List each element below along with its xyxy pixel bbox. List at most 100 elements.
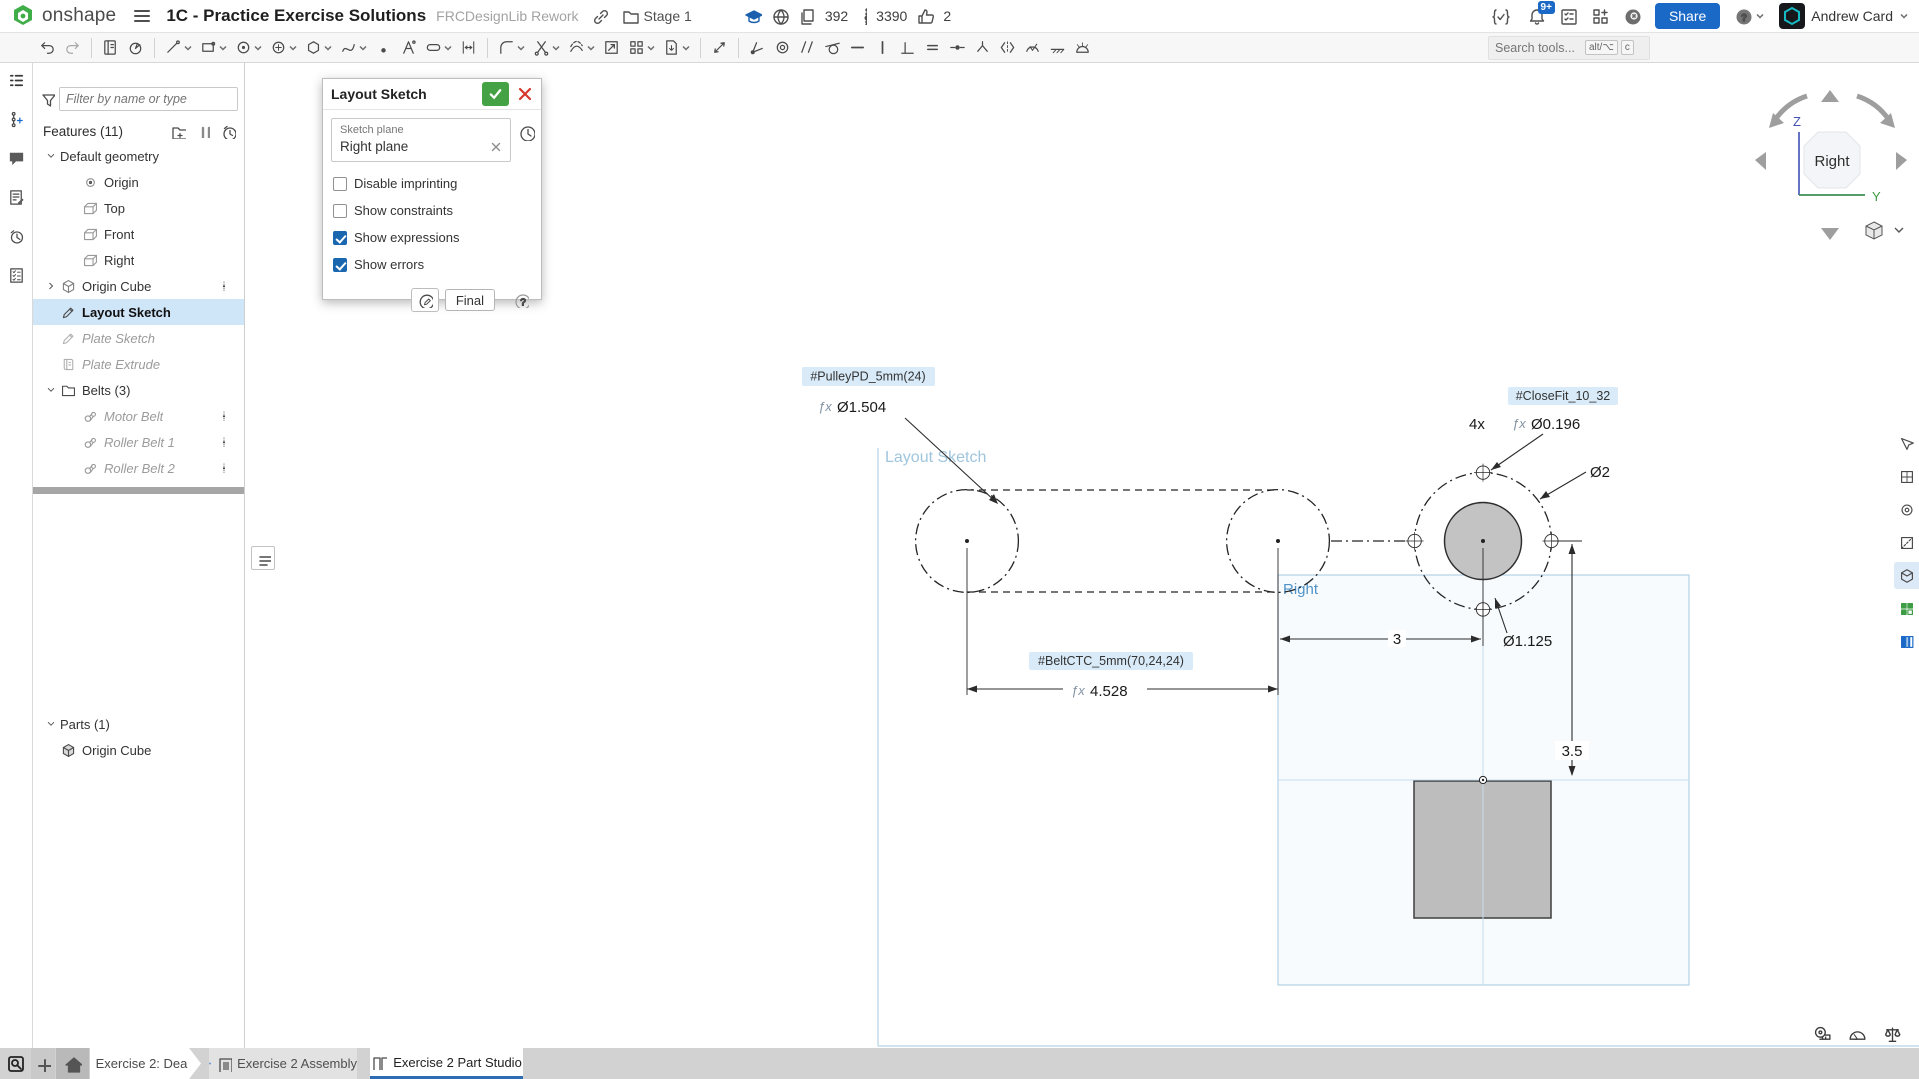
history-button[interactable]	[7, 227, 26, 251]
final-button[interactable]: Final	[445, 289, 495, 311]
chevron-down-icon[interactable]	[218, 43, 228, 53]
tab-exercise-2-part-studio[interactable]: Exercise 2 Part Studio	[370, 1048, 523, 1079]
chevron-down-icon[interactable]	[323, 43, 333, 53]
rotate-up-arrow[interactable]	[1821, 90, 1839, 102]
rotate-cw-arrow[interactable]	[1857, 96, 1889, 120]
checkbox-box[interactable]	[333, 258, 347, 272]
sketch-plane-field[interactable]: Sketch plane Right plane	[331, 118, 511, 162]
belt-tangent-lines[interactable]	[967, 490, 1278, 592]
horizontal-constraint-button[interactable]	[846, 35, 869, 61]
link-icon[interactable]	[591, 7, 609, 25]
appearance-button[interactable]	[1894, 463, 1919, 490]
selection-filter-button[interactable]	[1894, 430, 1919, 457]
menu-dots-icon[interactable]	[218, 433, 230, 451]
feature-row-front[interactable]: Front	[33, 221, 244, 247]
perpendicular-constraint-button[interactable]	[896, 35, 919, 61]
comments-button[interactable]	[7, 149, 26, 173]
parallel-constraint-button[interactable]	[796, 35, 819, 61]
checkbox-box[interactable]	[333, 177, 347, 191]
named-views-button[interactable]	[1894, 496, 1919, 523]
history-small-icon[interactable]	[518, 124, 535, 141]
slot-tool-button[interactable]	[422, 35, 455, 61]
checkbox-show-expressions[interactable]: Show expressions	[333, 224, 531, 251]
chevron-down-icon[interactable]	[45, 384, 57, 396]
sketch-final-toggle[interactable]	[411, 288, 439, 312]
driven-dimension-button[interactable]	[708, 35, 731, 61]
insert-folder-icon[interactable]	[170, 123, 186, 139]
hole-count[interactable]: 4x	[1469, 416, 1485, 433]
text-tool-button[interactable]	[397, 35, 420, 61]
checkbox-show-errors[interactable]: Show errors	[333, 251, 531, 278]
silhouette-button[interactable]	[1071, 35, 1094, 61]
concentric-constraint-button[interactable]	[771, 35, 794, 61]
checkbox-box[interactable]	[333, 231, 347, 245]
normal-constraint-button[interactable]	[971, 35, 994, 61]
tasks-icon[interactable]	[1559, 7, 1577, 25]
curvature-constraint-button[interactable]	[1021, 35, 1044, 61]
pulley-center-right[interactable]	[1481, 539, 1485, 543]
chevron-down-icon[interactable]	[288, 43, 298, 53]
import-dxf-button[interactable]	[660, 35, 693, 61]
cancel-button[interactable]	[517, 86, 533, 102]
point-tool-button[interactable]	[372, 35, 395, 61]
dialog-header[interactable]: Layout Sketch	[323, 79, 541, 110]
symmetric-constraint-button[interactable]	[996, 35, 1019, 61]
part-top-point[interactable]	[1479, 776, 1486, 783]
feature-row-layout-sketch[interactable]: Layout Sketch	[33, 299, 244, 325]
equal-constraint-button[interactable]	[921, 35, 944, 61]
protractor-button[interactable]	[1847, 1024, 1868, 1047]
feature-row-right[interactable]: Right	[33, 247, 244, 273]
chevron-right-icon[interactable]	[45, 280, 57, 292]
feature-row-roller-belt-1[interactable]: Roller Belt 1	[33, 429, 244, 455]
use-project-button[interactable]	[600, 35, 623, 61]
face-label[interactable]: Right	[1283, 581, 1319, 598]
menu-dots-icon[interactable]	[218, 277, 230, 295]
chevron-down-icon[interactable]	[681, 43, 691, 53]
pattern-tool-button[interactable]	[625, 35, 658, 61]
dim-bolt-circle[interactable]: Ø2	[1540, 464, 1610, 499]
feature-row-origin[interactable]: Origin	[33, 169, 244, 195]
properties-button[interactable]	[7, 188, 26, 212]
filter-input[interactable]	[59, 87, 238, 111]
add-tab-button[interactable]	[31, 1048, 55, 1079]
suppress-icon[interactable]	[196, 124, 210, 138]
rotate-left-arrow[interactable]	[1755, 152, 1766, 170]
circle-tool-button[interactable]	[232, 35, 265, 61]
feature-row-origin-cube[interactable]: Origin Cube	[33, 273, 244, 299]
redo-button[interactable]	[61, 35, 84, 61]
bolt-circle-value[interactable]: Ø2	[1590, 464, 1610, 481]
ctc-chip[interactable]: #BeltCTC_5mm(70,24,24)	[1038, 654, 1184, 668]
ai-advisor-icon[interactable]	[1623, 7, 1641, 25]
view-cube[interactable]: Right Z Y	[1745, 80, 1917, 252]
clear-x-icon[interactable]	[490, 141, 502, 153]
undo-button[interactable]	[36, 35, 59, 61]
sketch-button[interactable]	[99, 35, 122, 61]
featurescript-check-icon[interactable]	[1491, 7, 1513, 25]
rollback-bar[interactable]	[33, 487, 244, 494]
feature-row-roller-belt-2[interactable]: Roller Belt 2	[33, 455, 244, 481]
vertical-constraint-button[interactable]	[871, 35, 894, 61]
scale-button[interactable]	[1882, 1024, 1903, 1047]
pulley-center-mid[interactable]	[1276, 539, 1280, 543]
dim-horizontal-value[interactable]: 3	[1393, 631, 1401, 648]
line-tool-button[interactable]	[162, 35, 195, 61]
dim-vertical-value[interactable]: 3.5	[1562, 743, 1583, 760]
fillet-tool-button[interactable]	[495, 35, 528, 61]
pulley-center-left[interactable]	[965, 539, 969, 543]
feature-row-plate-extrude[interactable]: Plate Extrude	[33, 351, 244, 377]
education-icon[interactable]	[744, 7, 762, 25]
like-icon[interactable]	[916, 7, 934, 25]
feature-row-plate-sketch[interactable]: Plate Sketch	[33, 325, 244, 351]
tape-measure-button[interactable]	[1812, 1024, 1833, 1047]
feature-row-motor-belt[interactable]: Motor Belt	[33, 403, 244, 429]
copies-icon[interactable]	[798, 7, 816, 25]
view-menu-cube-icon[interactable]	[1866, 222, 1903, 239]
chevron-down-icon[interactable]	[45, 150, 57, 162]
hole-dia-value[interactable]: Ø0.196	[1531, 416, 1580, 433]
chevron-down-icon[interactable]	[516, 43, 526, 53]
help-small-icon[interactable]: ?	[513, 292, 529, 308]
feature-list-button[interactable]	[7, 71, 26, 95]
polygon-tool-button[interactable]	[302, 35, 335, 61]
rotate-down-arrow[interactable]	[1821, 228, 1839, 240]
columns-blue-button[interactable]	[1894, 628, 1919, 655]
